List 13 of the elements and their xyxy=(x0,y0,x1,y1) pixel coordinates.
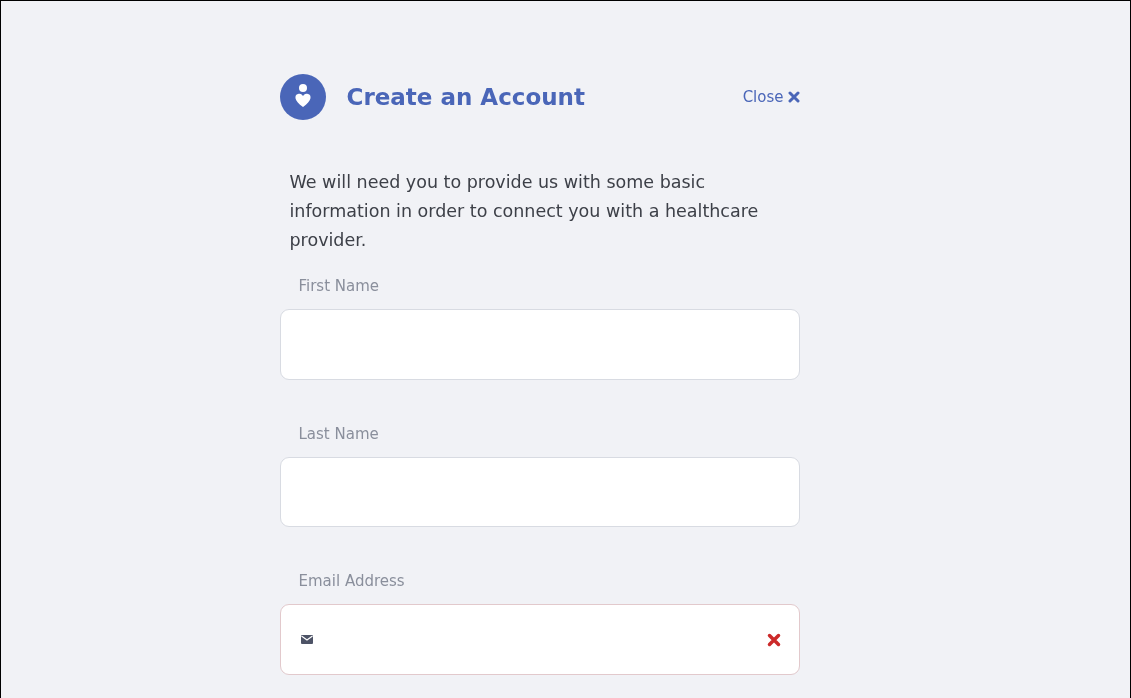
close-link[interactable]: Close xyxy=(742,88,800,106)
text-field[interactable] xyxy=(279,309,800,380)
envelope-icon xyxy=(300,635,313,645)
dialog-title: Create an Account xyxy=(346,84,586,110)
heart-person-logo-icon xyxy=(279,74,326,120)
intro-text: We will need you to provide us with some basic information in order to connect you with a healthcare provider. xyxy=(289,171,760,252)
text-field[interactable] xyxy=(279,456,800,528)
close-icon xyxy=(787,91,800,103)
error-icon xyxy=(766,632,781,647)
field-label: First Name xyxy=(298,276,381,297)
field-label: Email Address xyxy=(298,571,406,593)
field-label: Last Name xyxy=(298,423,380,445)
email-field[interactable] xyxy=(279,604,800,675)
